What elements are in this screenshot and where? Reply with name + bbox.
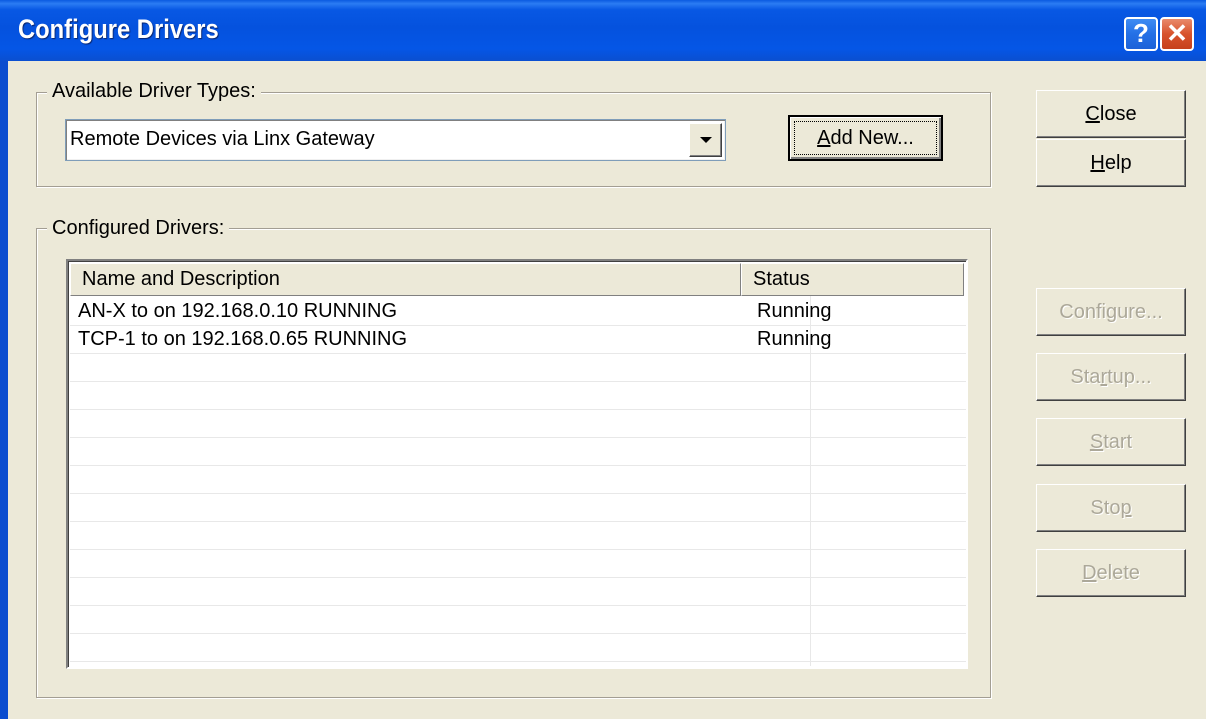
add-new-button[interactable]: Add New...: [788, 115, 943, 161]
driver-name-cell: TCP-1 to on 192.168.0.65 RUNNING: [78, 328, 408, 350]
help-button-label: Help: [1090, 152, 1132, 174]
driver-name-cell: AN-X to on 192.168.0.10 RUNNING: [78, 300, 398, 322]
table-row[interactable]: [70, 578, 966, 606]
list-header: Name and Description Status: [70, 263, 964, 296]
configured-drivers-list[interactable]: Name and Description Status AN-X to on 1…: [66, 259, 968, 669]
column-header-status[interactable]: Status: [741, 263, 964, 296]
help-icon[interactable]: ?: [1124, 17, 1158, 51]
column-header-name[interactable]: Name and Description: [70, 263, 741, 296]
dropdown-arrow-button[interactable]: [689, 123, 722, 157]
driver-status-cell: Running: [757, 328, 832, 350]
stop-button-label: Stop: [1090, 497, 1132, 519]
table-row[interactable]: [70, 466, 966, 494]
close-button-label: Close: [1085, 103, 1137, 125]
table-row[interactable]: [70, 494, 966, 522]
table-row[interactable]: [70, 382, 966, 410]
focus-rectangle: [794, 121, 937, 155]
driver-type-selected-value: Remote Devices via Linx Gateway: [70, 128, 375, 150]
table-row[interactable]: TCP-1 to on 192.168.0.65 RUNNING Running: [70, 326, 966, 354]
chevron-down-icon: [700, 137, 712, 143]
window-left-border: [0, 61, 8, 719]
title-bar[interactable]: Configure Drivers ? ✕: [0, 0, 1206, 61]
table-row[interactable]: [70, 634, 966, 662]
delete-button-label: Delete: [1082, 562, 1140, 584]
window-title: Configure Drivers: [18, 14, 219, 44]
driver-type-select[interactable]: Remote Devices via Linx Gateway: [65, 119, 726, 161]
driver-status-cell: Running: [757, 300, 832, 322]
table-row[interactable]: [70, 410, 966, 438]
table-row[interactable]: AN-X to on 192.168.0.10 RUNNING Running: [70, 298, 966, 326]
available-driver-types-label: Available Driver Types:: [47, 80, 261, 103]
table-row[interactable]: [70, 550, 966, 578]
close-icon[interactable]: ✕: [1160, 17, 1194, 51]
table-row[interactable]: [70, 438, 966, 466]
configure-drivers-dialog: Configure Drivers ? ✕ Available Driver T…: [0, 0, 1206, 719]
configure-button[interactable]: Configure...: [1036, 288, 1186, 336]
table-row[interactable]: [70, 522, 966, 550]
configured-drivers-label: Configured Drivers:: [47, 217, 230, 240]
table-row[interactable]: [70, 606, 966, 634]
configure-button-label: Configure...: [1059, 301, 1163, 323]
table-row[interactable]: [70, 354, 966, 382]
help-button[interactable]: Help: [1036, 139, 1186, 187]
startup-button-label: Startup...: [1070, 366, 1152, 388]
start-button-label: Start: [1089, 431, 1133, 453]
stop-button[interactable]: Stop: [1036, 484, 1186, 532]
delete-button[interactable]: Delete: [1036, 549, 1186, 597]
start-button[interactable]: Start: [1036, 418, 1186, 466]
close-button[interactable]: Close: [1036, 90, 1186, 138]
startup-button[interactable]: Startup...: [1036, 353, 1186, 401]
